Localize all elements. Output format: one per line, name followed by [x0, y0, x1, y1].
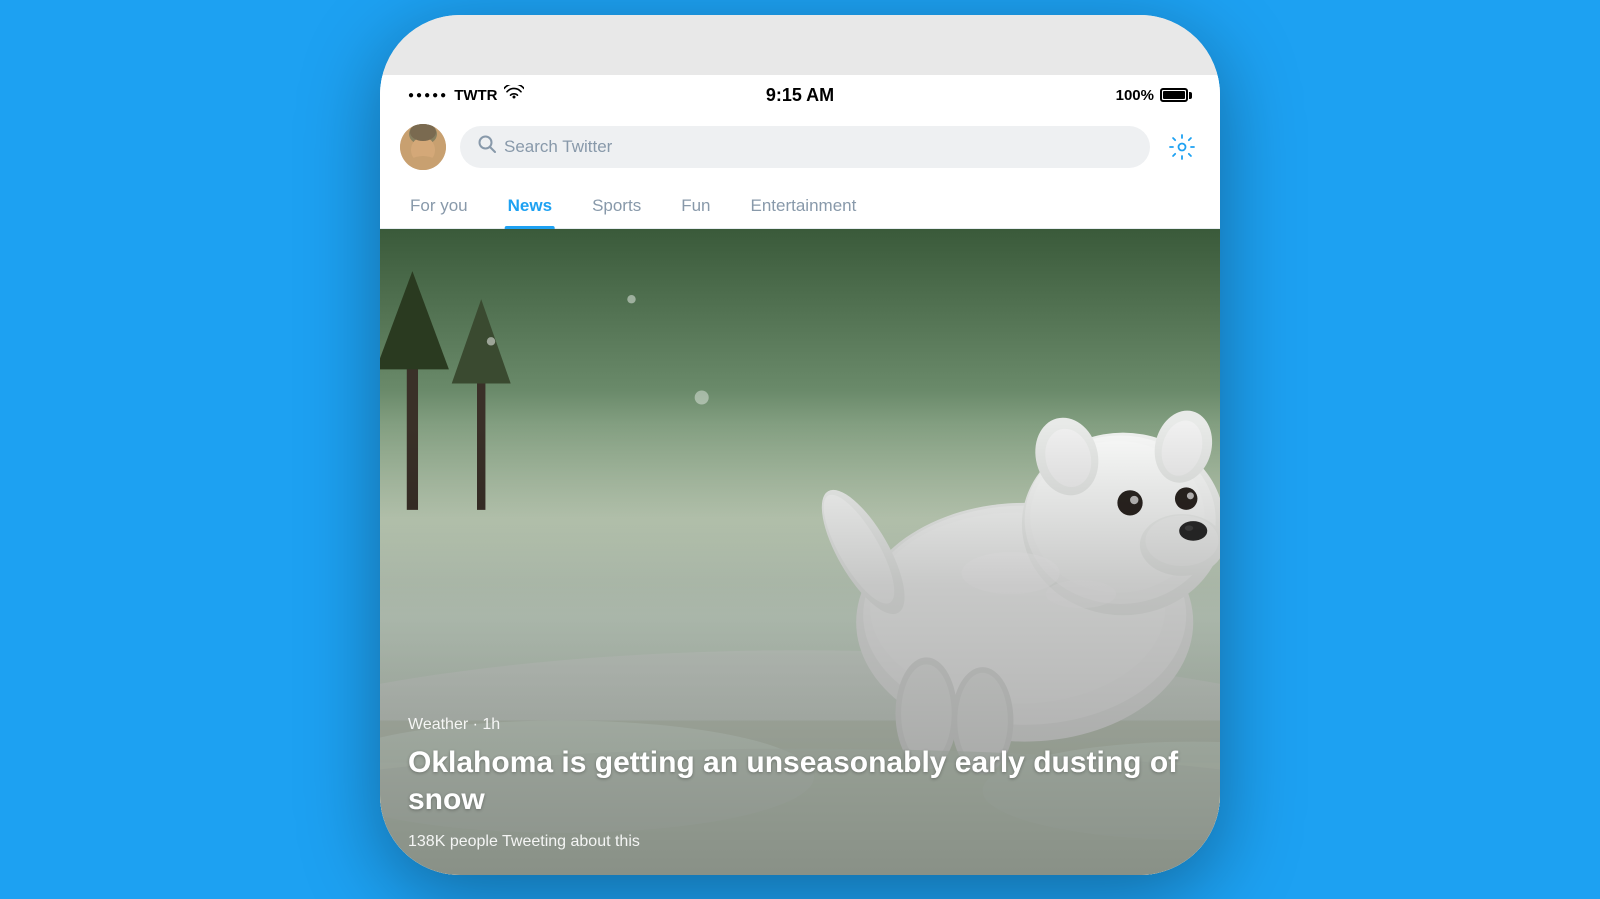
battery-icon [1160, 88, 1192, 102]
search-header: Search Twitter [380, 114, 1220, 182]
status-left: ●●●●● TWTR [408, 85, 524, 106]
status-time: 9:15 AM [766, 85, 834, 106]
phone-screen: ●●●●● TWTR 9:15 AM 100% [380, 75, 1220, 875]
settings-button[interactable] [1164, 129, 1200, 165]
news-stats: 138K people Tweeting about this [408, 833, 1192, 851]
tabs-bar: For you News Sports Fun Entertainment [380, 182, 1220, 229]
phone-device: ●●●●● TWTR 9:15 AM 100% [380, 15, 1220, 875]
news-card[interactable]: Weather · 1h Oklahoma is getting an unse… [380, 229, 1220, 875]
search-placeholder: Search Twitter [504, 137, 612, 157]
carrier-label: TWTR [454, 87, 497, 104]
news-title: Oklahoma is getting an unseasonably earl… [408, 744, 1192, 819]
battery-percent: 100% [1116, 87, 1154, 104]
wifi-icon [504, 85, 524, 106]
news-image: Weather · 1h Oklahoma is getting an unse… [380, 229, 1220, 875]
status-bar: ●●●●● TWTR 9:15 AM 100% [380, 75, 1220, 114]
tab-fun[interactable]: Fun [661, 182, 730, 228]
phone-top [380, 15, 1220, 75]
content-area: Weather · 1h Oklahoma is getting an unse… [380, 229, 1220, 875]
tab-for-you[interactable]: For you [390, 182, 488, 228]
signal-dots: ●●●●● [408, 90, 448, 101]
tab-sports[interactable]: Sports [572, 182, 661, 228]
status-right: 100% [1116, 87, 1192, 104]
search-icon [478, 135, 496, 158]
tab-news[interactable]: News [488, 182, 572, 228]
search-bar[interactable]: Search Twitter [460, 126, 1150, 168]
tab-entertainment[interactable]: Entertainment [731, 182, 877, 228]
avatar[interactable] [400, 124, 446, 170]
phone-wrapper: ●●●●● TWTR 9:15 AM 100% [370, 15, 1230, 885]
news-category: Weather · 1h [408, 716, 1192, 734]
news-overlay: Weather · 1h Oklahoma is getting an unse… [380, 229, 1220, 875]
